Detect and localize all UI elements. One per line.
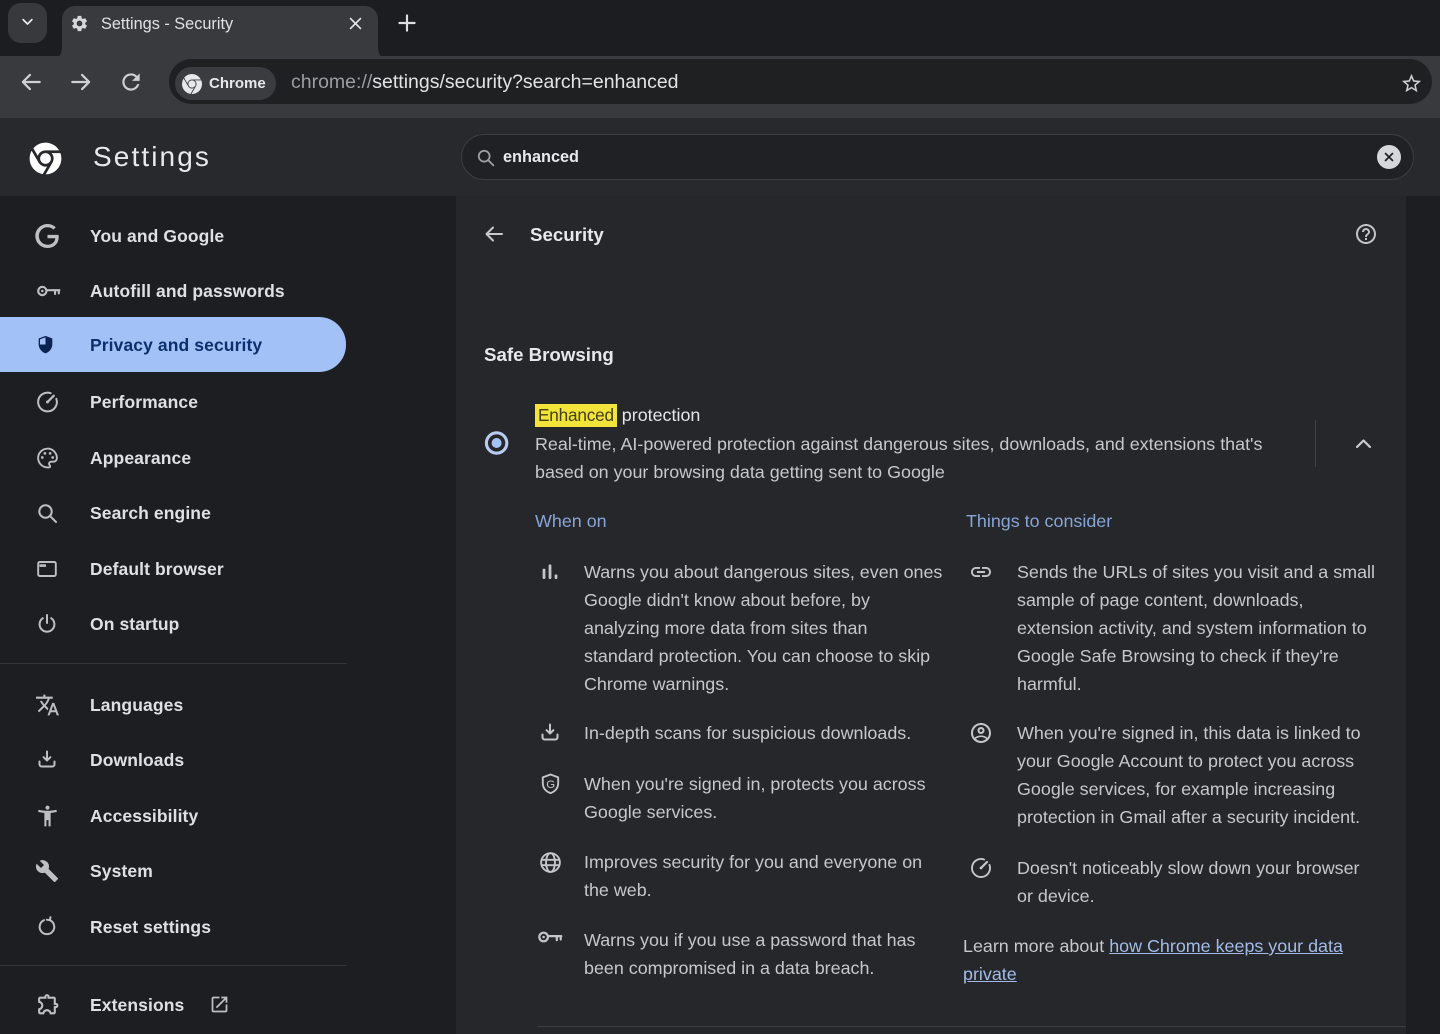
svg-text:G: G: [546, 779, 555, 791]
